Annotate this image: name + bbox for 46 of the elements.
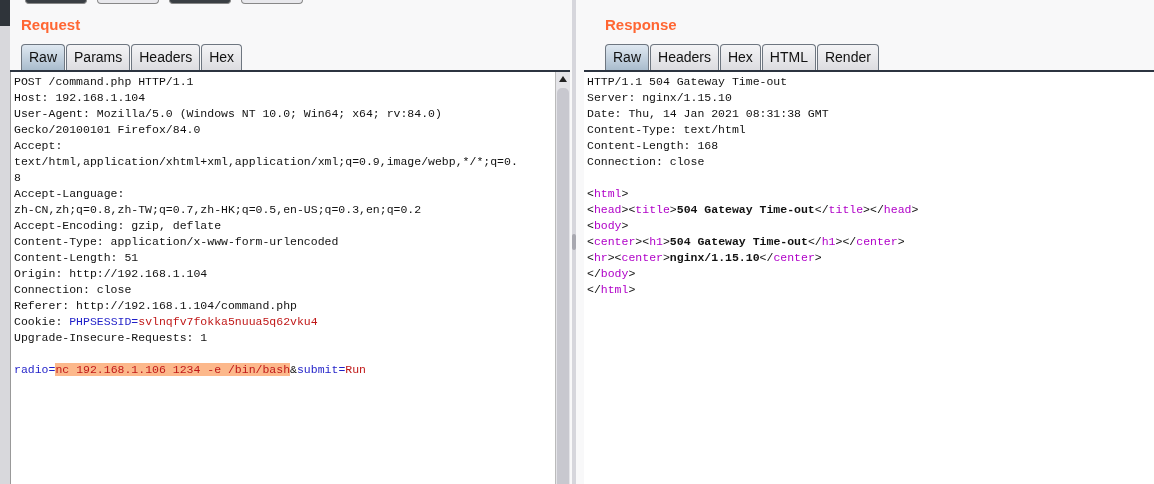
tab[interactable]: Headers (650, 44, 719, 70)
tab[interactable]: Headers (131, 44, 201, 70)
tab[interactable]: Params (66, 44, 131, 70)
code-line: Accept: (14, 138, 63, 154)
code-line: Server: nginx/1.15.10 (587, 90, 732, 106)
code-line: Content-Type: text/html (587, 122, 746, 138)
code-line: Accept-Encoding: gzip, deflate (14, 218, 222, 234)
code-line: <head><title>504 Gateway Time-out</title></head> (587, 202, 919, 218)
text-area[interactable] (10, 72, 570, 484)
code-line: Origin: http://192.168.1.104 (14, 266, 208, 282)
code-line: Connection: close (14, 282, 132, 298)
code-line: Date: Thu, 14 Jan 2021 08:31:38 GMT (587, 106, 829, 122)
tab[interactable]: Raw (605, 44, 649, 70)
code-line: </html> (587, 282, 636, 298)
code-line: 8 (14, 170, 21, 186)
up-arrow-icon[interactable] (559, 76, 567, 82)
code-line: Connection: close (587, 154, 705, 170)
panel-title: Response (605, 16, 678, 35)
code-line: Content-Type: application/x-www-form-urlencoded (14, 234, 339, 250)
code-line: <hr><center>nginx/1.15.10</center> (587, 250, 822, 266)
code-line: Content-Length: 168 (587, 138, 719, 154)
code-line: Gecko/20100101 Firefox/84.0 (14, 122, 201, 138)
code-line: POST /command.php HTTP/1.1 (14, 74, 194, 90)
toolbar-button[interactable] (169, 0, 231, 4)
scrollbar[interactable] (555, 72, 570, 484)
tab[interactable]: Raw (21, 44, 65, 70)
code-line: <html> (587, 186, 629, 202)
code-line: Host: 192.168.1.104 (14, 90, 146, 106)
code-line: </body> (587, 266, 636, 282)
code-line: Referer: http://192.168.1.104/command.php (14, 298, 297, 314)
code-line: User-Agent: Mozilla/5.0 (Windows NT 10.0; Win64; x64; rv:84.0) (14, 106, 442, 122)
code-line: Content-Length: 51 (14, 250, 139, 266)
code-line: Upgrade-Insecure-Requests: 1 (14, 330, 208, 346)
tab[interactable]: HTML (761, 44, 816, 70)
code-line: text/html,application/xhtml+xml,application/xml;q=0.9,image/webp,*/*;q=0. (14, 154, 518, 170)
panel-title: Request (21, 16, 82, 35)
code-line: <center><h1>504 Gateway Time-out</h1></center> (587, 234, 905, 250)
code-line: zh-CN,zh;q=0.8,zh-TW;q=0.7,zh-HK;q=0.5,en-US;q=0.3,en;q=0.2 (14, 202, 422, 218)
tab[interactable]: Render (816, 44, 879, 70)
code-line: Cookie: PHPSESSID=svlnqfv7fokka5nuua5q62vku4 (14, 314, 318, 330)
tab[interactable]: Hex (201, 44, 243, 70)
code-line: <body> (587, 218, 629, 234)
code-line: HTTP/1.1 504 Gateway Time-out (587, 74, 788, 90)
toolbar-button[interactable] (25, 0, 87, 4)
code-line: Accept-Language: (14, 186, 125, 202)
tab[interactable]: Hex (719, 44, 761, 70)
